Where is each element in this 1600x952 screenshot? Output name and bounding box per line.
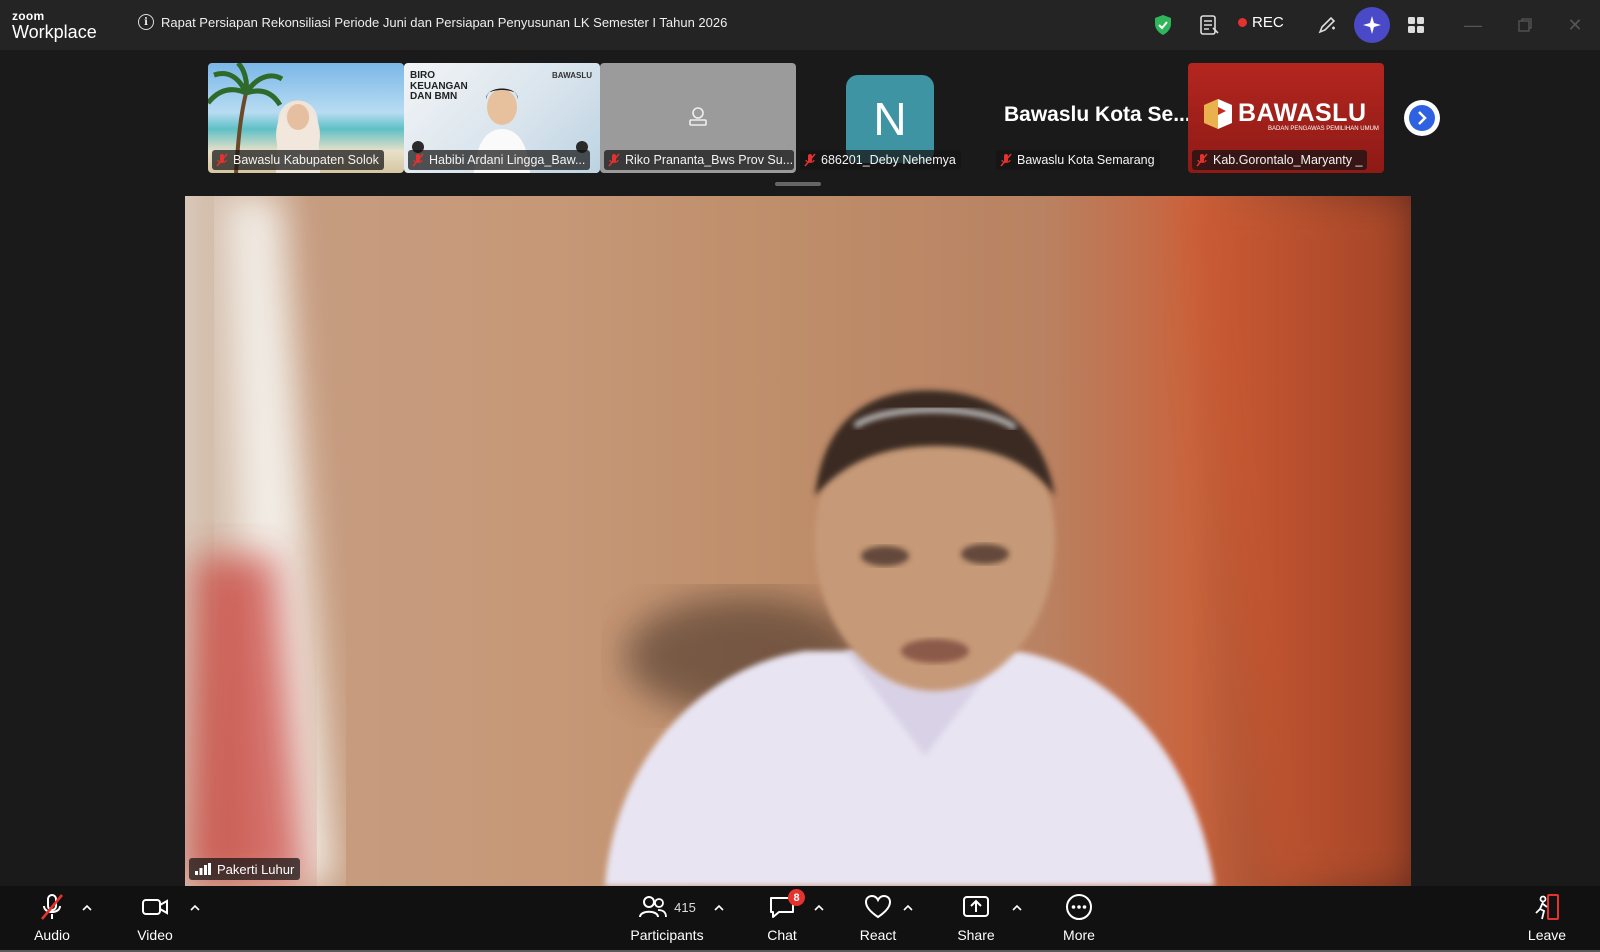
- ai-companion-button[interactable]: [1354, 7, 1390, 43]
- audio-label: Audio: [34, 927, 70, 943]
- meeting-title: Rapat Persiapan Rekonsiliasi Periode Jun…: [161, 14, 728, 30]
- participant-name-label: Riko Prananta_Bws Prov Su...: [604, 150, 794, 170]
- apps-grid-icon[interactable]: [1401, 10, 1431, 40]
- mic-muted-icon: [37, 892, 67, 922]
- info-icon[interactable]: i: [138, 14, 154, 30]
- meeting-toolbar: Audio Video 415 Participants 8 Chat Reac…: [0, 886, 1600, 952]
- zoom-workplace-logo: zoom Workplace: [12, 10, 97, 41]
- chevron-right-icon: [1409, 105, 1435, 131]
- participant-tile[interactable]: BIRO KEUANGAN DAN BMN BAWASLU Habibi Ard…: [404, 63, 600, 173]
- audio-options-chevron-up-icon[interactable]: [80, 900, 94, 914]
- participant-name-label: Habibi Ardani Lingga_Baw...: [408, 150, 591, 170]
- speaker-name-label: Pakerti Luhur: [189, 858, 301, 880]
- mic-off-icon: [607, 153, 621, 167]
- participants-label: Participants: [630, 927, 704, 943]
- video-camera-icon: [140, 892, 170, 922]
- title-bar: zoom Workplace i Rapat Persiapan Rekonsi…: [0, 0, 1600, 50]
- participant-display-name: Bawaslu Kota Se...: [1004, 103, 1188, 126]
- record-dot-icon: [1238, 18, 1247, 27]
- react-options-chevron-up-icon[interactable]: [901, 900, 915, 914]
- participant-tile[interactable]: N 686201_Deby Nehemya: [796, 63, 992, 173]
- share-screen-icon: [961, 892, 991, 922]
- meeting-notes-icon[interactable]: [1194, 10, 1224, 40]
- mic-off-icon: [215, 153, 229, 167]
- more-label: More: [1063, 927, 1095, 943]
- participant-name-label: Bawaslu Kabupaten Solok: [212, 150, 384, 170]
- mic-off-icon: [411, 153, 425, 167]
- participant-tile[interactable]: BAWASLU BADAN PENGAWAS PEMILIHAN UMUM Ka…: [1188, 63, 1384, 173]
- participants-button[interactable]: 415 Participants: [612, 892, 722, 948]
- minimize-window-icon[interactable]: —: [1460, 12, 1486, 38]
- leave-label: Leave: [1527, 927, 1567, 943]
- annotate-pen-icon[interactable]: [1312, 10, 1342, 40]
- meeting-info[interactable]: i Rapat Persiapan Rekonsiliasi Periode J…: [138, 14, 727, 30]
- sparkle-icon: [1363, 16, 1381, 34]
- mic-off-icon: [803, 153, 817, 167]
- gallery-resize-handle[interactable]: [775, 182, 821, 186]
- video-label: Video: [137, 927, 173, 943]
- restore-window-icon[interactable]: [1512, 12, 1538, 38]
- bawaslu-brand: BAWASLU: [1238, 99, 1367, 127]
- participant-name-label: Kab.Gorontalo_Maryanty _: [1192, 150, 1368, 170]
- more-button[interactable]: More: [1031, 892, 1127, 948]
- video-options-chevron-up-icon[interactable]: [188, 900, 202, 914]
- active-speaker-video[interactable]: Pakerti Luhur: [185, 196, 1411, 886]
- signal-strength-icon: [195, 863, 211, 875]
- share-label: Share: [957, 927, 995, 943]
- mic-off-icon: [1195, 153, 1209, 167]
- react-label: React: [859, 927, 897, 943]
- rec-label: REC: [1252, 14, 1284, 31]
- camera-off-avatar-icon: [689, 107, 707, 126]
- chat-unread-badge: 8: [788, 889, 805, 906]
- security-shield-icon[interactable]: [1148, 10, 1178, 40]
- participants-icon: 415: [638, 892, 696, 922]
- leave-button[interactable]: Leave: [1499, 892, 1595, 948]
- more-dots-icon: [1064, 892, 1094, 922]
- gallery-next-button[interactable]: [1404, 100, 1440, 136]
- mic-off-icon: [999, 153, 1013, 167]
- bawaslu-logo-icon: [1204, 99, 1232, 129]
- logo-top: zoom: [12, 9, 45, 23]
- chat-label: Chat: [767, 927, 797, 943]
- heart-icon: [863, 892, 893, 922]
- share-options-chevron-up-icon[interactable]: [1010, 900, 1024, 914]
- participant-tile[interactable]: Riko Prananta_Bws Prov Su...: [600, 63, 796, 173]
- participants-count: 415: [674, 899, 696, 915]
- chat-bubble-icon: 8: [767, 889, 805, 922]
- logo-bottom: Workplace: [12, 22, 97, 42]
- participant-name-label: Bawaslu Kota Semarang: [996, 150, 1160, 170]
- bawaslu-brand-subtitle: BADAN PENGAWAS PEMILIHAN UMUM: [1268, 126, 1379, 132]
- participants-options-chevron-up-icon[interactable]: [712, 900, 726, 914]
- participant-tile[interactable]: Bawaslu Kabupaten Solok: [208, 63, 404, 173]
- participant-name-label: 686201_Deby Nehemya: [800, 150, 961, 170]
- recording-indicator[interactable]: REC: [1238, 14, 1284, 31]
- participant-tile[interactable]: Bawaslu Kota Se... Bawaslu Kota Semarang: [992, 63, 1188, 173]
- close-window-icon[interactable]: ✕: [1562, 12, 1588, 38]
- leave-door-icon: [1532, 892, 1562, 922]
- chat-options-chevron-up-icon[interactable]: [812, 900, 826, 914]
- speaker-video-frame: [185, 196, 1411, 886]
